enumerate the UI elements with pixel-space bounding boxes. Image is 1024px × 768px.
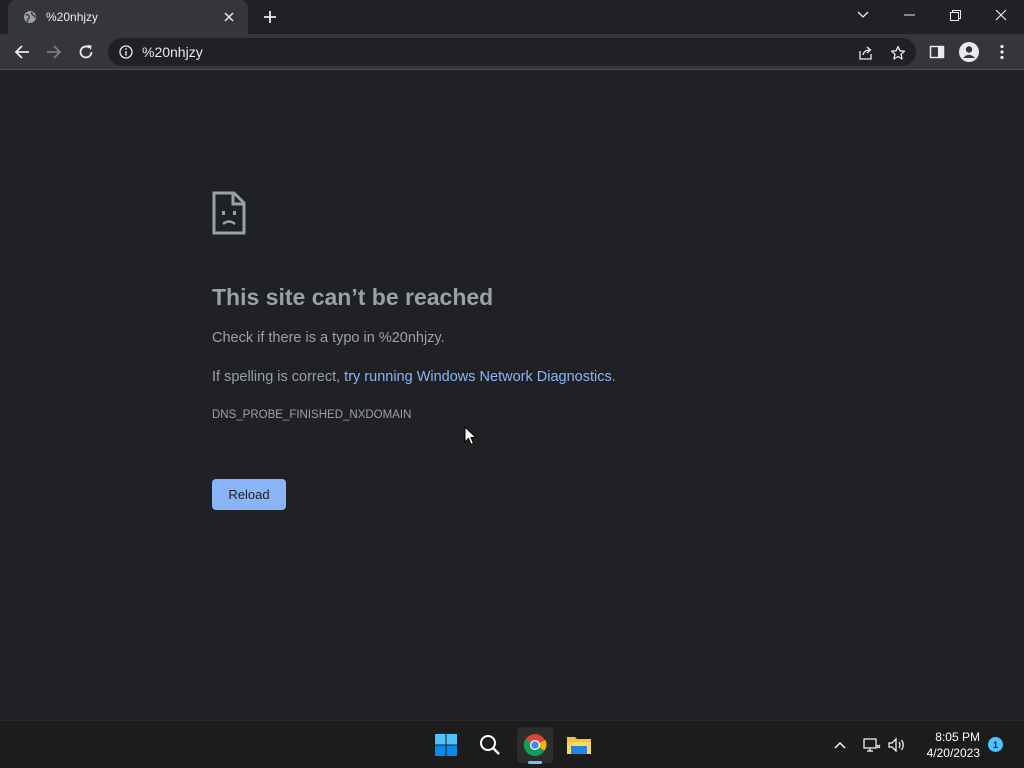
system-clock[interactable]: 8:05 PM 4/20/2023 — [914, 729, 980, 761]
clock-date: 4/20/2023 — [926, 746, 980, 760]
tab-active[interactable]: %20nhjzy — [8, 0, 248, 34]
browser-toolbar: %20nhjzy — [0, 34, 1024, 70]
share-icon[interactable] — [857, 44, 875, 62]
globe-icon — [22, 9, 38, 25]
reload-icon-button[interactable] — [72, 38, 100, 66]
address-bar[interactable]: %20nhjzy — [108, 38, 916, 66]
forward-button[interactable] — [40, 38, 68, 66]
new-tab-button[interactable] — [258, 6, 282, 28]
clock-time: 8:05 PM — [935, 730, 980, 744]
info-icon[interactable] — [118, 44, 134, 60]
mouse-cursor-icon — [464, 425, 478, 446]
url-text: %20nhjzy — [142, 44, 203, 60]
chevron-up-icon[interactable] — [830, 735, 850, 755]
sad-page-icon — [212, 191, 246, 235]
tab-close-icon[interactable] — [220, 8, 238, 26]
error-title: This site can’t be reached — [212, 284, 494, 310]
chrome-icon[interactable] — [517, 727, 553, 763]
volume-icon[interactable] — [887, 735, 907, 755]
profile-icon[interactable] — [955, 38, 983, 66]
tab-title: %20nhjzy — [46, 10, 99, 24]
network-diagnostics-link[interactable]: try running Windows Network Diagnostics — [344, 369, 612, 385]
error-diagnostics-hint: If spelling is correct, try running Wind… — [212, 369, 616, 385]
menu-kebab-icon[interactable] — [988, 38, 1016, 66]
diagnostics-suffix: . — [611, 369, 616, 385]
bookmark-star-icon[interactable] — [889, 44, 907, 62]
start-icon[interactable] — [428, 727, 464, 763]
network-icon[interactable] — [862, 735, 882, 755]
minimize-button[interactable] — [886, 0, 932, 30]
error-typo-hint: Check if there is a typo in %20nhjzy. — [212, 330, 445, 346]
reload-button[interactable]: Reload — [212, 479, 286, 510]
error-page: This site can’t be reached Check if ther… — [0, 70, 1024, 720]
tab-strip: %20nhjzy — [0, 0, 1024, 34]
diagnostics-prefix: If spelling is correct, — [212, 369, 345, 385]
error-code: DNS_PROBE_FINISHED_NXDOMAIN — [212, 409, 412, 421]
back-button[interactable] — [8, 38, 36, 66]
restore-button[interactable] — [932, 0, 978, 30]
search-icon[interactable] — [472, 727, 508, 763]
tab-search-button[interactable] — [840, 0, 886, 30]
close-window-button[interactable] — [978, 0, 1024, 30]
file-explorer-icon[interactable] — [561, 727, 597, 763]
notification-badge[interactable]: 1 — [988, 737, 1003, 752]
side-panel-icon[interactable] — [923, 38, 951, 66]
windows-taskbar: 8:05 PM 4/20/2023 1 — [0, 720, 1024, 768]
active-app-indicator — [528, 761, 542, 764]
